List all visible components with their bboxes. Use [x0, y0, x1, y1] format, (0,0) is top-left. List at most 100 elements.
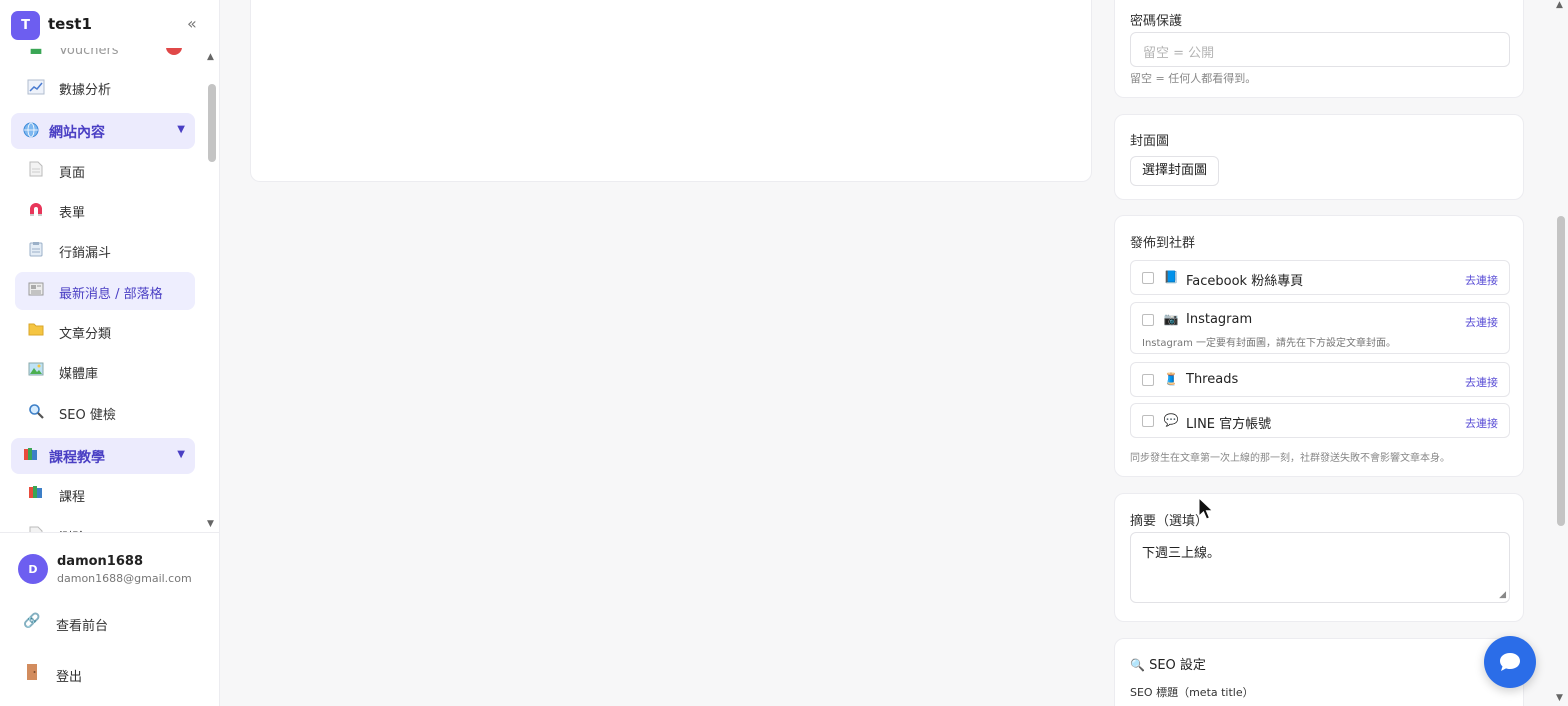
- view-site-link[interactable]: 🔗 查看前台: [22, 607, 212, 637]
- password-panel: 密碼保護 留空 = 公開 留空 = 任何人都看得到。: [1114, 0, 1524, 98]
- cover-panel: 封面圖 選擇封面圖: [1114, 114, 1524, 200]
- newspaper-icon: [27, 282, 45, 300]
- choose-cover-button[interactable]: 選擇封面圖: [1130, 156, 1220, 186]
- sidebar-nav: ▬ Vouchers 數據分析 網站內容 ▼ 頁面 表單 行銷漏斗 最新消息 /…: [0, 48, 219, 532]
- sidebar-group-site-content[interactable]: 網站內容 ▼: [11, 113, 195, 149]
- connect-threads-link[interactable]: 去連接: [1465, 374, 1498, 390]
- facebook-checkbox[interactable]: [1142, 272, 1154, 284]
- summary-value: 下週三上線。: [1142, 546, 1221, 561]
- cover-title: 封面圖: [1130, 134, 1170, 149]
- summary-textarea[interactable]: 下週三上線。 ◢: [1130, 532, 1510, 603]
- social-item-name: LINE 官方帳號: [1186, 417, 1272, 432]
- scroll-down-arrow-icon[interactable]: ▼: [207, 519, 214, 529]
- chevron-down-icon: ▼: [177, 124, 185, 135]
- sidebar-item-news-blog[interactable]: 最新消息 / 部落格: [15, 272, 195, 310]
- sidebar-item-label: 媒體庫: [59, 367, 99, 382]
- editor-card[interactable]: [250, 0, 1092, 182]
- sidebar-item-label: Vouchers: [59, 48, 119, 58]
- sidebar-item-funnels[interactable]: 行銷漏斗: [15, 231, 195, 269]
- clipboard-icon: [27, 241, 45, 259]
- summary-title: 摘要（選填）: [1130, 514, 1209, 529]
- chat-bubble-icon: [1500, 653, 1520, 671]
- magnet-icon: [27, 201, 45, 219]
- page-scroll-up-icon[interactable]: ▲: [1556, 0, 1563, 10]
- scroll-up-arrow-icon[interactable]: ▲: [207, 52, 214, 62]
- sidebar-item-partial[interactable]: ▬ Vouchers: [15, 48, 195, 70]
- magnifier-icon: [27, 403, 45, 421]
- chevron-down-icon: ▼: [177, 449, 185, 460]
- ticket-icon: ▬: [29, 48, 43, 59]
- sidebar-item-label: 頁面: [59, 166, 86, 181]
- sidebar-item-seo-check[interactable]: SEO 健檢: [15, 393, 195, 431]
- connect-facebook-link[interactable]: 去連接: [1465, 272, 1498, 288]
- social-item-line: 💬 LINE 官方帳號 去連接: [1130, 403, 1510, 438]
- workspace-header: T test1 «: [0, 0, 219, 48]
- instagram-checkbox[interactable]: [1142, 314, 1154, 326]
- line-checkbox[interactable]: [1142, 415, 1154, 427]
- seo-heading: 🔍 SEO 設定: [1130, 654, 1206, 673]
- user-avatar[interactable]: D: [18, 554, 48, 584]
- camera-icon: 📷: [1163, 312, 1179, 326]
- page-scroll-down-icon[interactable]: ▼: [1556, 693, 1563, 703]
- notification-badge: [166, 48, 182, 55]
- sidebar-item-categories[interactable]: 文章分類: [15, 312, 195, 350]
- sidebar-footer: D damon1688 damon1688@gmail.com 🔗 查看前台 登…: [0, 532, 219, 706]
- blue-book-icon: 📘: [1163, 270, 1179, 284]
- seo-panel: 🔍 SEO 設定 SEO 標題（meta title）: [1114, 638, 1524, 706]
- seo-meta-title-label: SEO 標題（meta title）: [1130, 686, 1254, 699]
- social-hint: 同步發生在文章第一次上線的那一刻，社群發送失敗不會影響文章本身。: [1130, 453, 1450, 464]
- summary-panel: 摘要（選填） 下週三上線。 ◢: [1114, 493, 1524, 622]
- social-item-name: Instagram: [1186, 312, 1253, 327]
- workspace-name[interactable]: test1: [48, 15, 92, 33]
- social-title: 發佈到社群: [1130, 236, 1196, 251]
- workspace-avatar[interactable]: T: [11, 11, 40, 40]
- link-icon: 🔗: [23, 613, 41, 629]
- password-input[interactable]: 留空 = 公開: [1130, 32, 1510, 67]
- sidebar-item-forms[interactable]: 表單: [15, 191, 195, 229]
- sidebar-item-label: 最新消息 / 部落格: [59, 287, 163, 302]
- sidebar-scrollbar-thumb[interactable]: [208, 84, 216, 162]
- password-hint: 留空 = 任何人都看得到。: [1130, 72, 1257, 85]
- sidebar-item-label: 文章分類: [59, 327, 112, 342]
- sidebar-item-quizzes[interactable]: 測驗: [15, 516, 195, 532]
- magnifier-icon: 🔍: [1130, 658, 1145, 672]
- social-panel: 發佈到社群 📘 Facebook 粉絲專頁 去連接 📷 Instagram 去連…: [1114, 215, 1524, 477]
- instagram-note: Instagram 一定要有封面圖，請先在下方設定文章封面。: [1142, 338, 1397, 349]
- sidebar-item-label: 課程: [59, 490, 86, 505]
- threads-checkbox[interactable]: [1142, 374, 1154, 386]
- sidebar-group-courses[interactable]: 課程教學 ▼: [11, 438, 195, 474]
- image-icon: [27, 362, 45, 380]
- sidebar-item-pages[interactable]: 頁面: [15, 151, 195, 189]
- sidebar-item-label: 行銷漏斗: [59, 246, 112, 261]
- chat-button[interactable]: [1484, 636, 1536, 688]
- sidebar-item-label: 表單: [59, 206, 86, 221]
- sidebar-item-label: SEO 健檢: [59, 408, 116, 423]
- logout-button[interactable]: 登出: [22, 658, 212, 688]
- social-item-instagram: 📷 Instagram 去連接 Instagram 一定要有封面圖，請先在下方設…: [1130, 302, 1510, 354]
- books-icon: [22, 447, 40, 465]
- connect-line-link[interactable]: 去連接: [1465, 415, 1498, 431]
- social-item-name: Facebook 粉絲專頁: [1186, 274, 1304, 289]
- user-name: damon1688: [57, 554, 143, 569]
- sidebar-item-analytics[interactable]: 數據分析: [15, 68, 195, 106]
- books-icon: [27, 485, 45, 503]
- folder-icon: [27, 322, 45, 340]
- resize-handle-icon[interactable]: ◢: [1499, 590, 1506, 600]
- logout-label: 登出: [56, 670, 83, 685]
- sidebar-group-label: 課程教學: [49, 450, 105, 466]
- social-item-facebook: 📘 Facebook 粉絲專頁 去連接: [1130, 260, 1510, 295]
- collapse-sidebar-button[interactable]: «: [187, 14, 197, 33]
- sidebar-item-label: 數據分析: [59, 83, 112, 98]
- sidebar: T test1 « ▬ Vouchers 數據分析 網站內容 ▼ 頁面 表單 行…: [0, 0, 220, 706]
- globe-icon: [22, 122, 40, 140]
- user-email: damon1688@gmail.com: [57, 572, 192, 585]
- chart-icon: [27, 78, 45, 96]
- seo-title: SEO 設定: [1149, 658, 1206, 673]
- door-icon: [22, 664, 42, 684]
- sidebar-group-label: 網站內容: [49, 125, 105, 141]
- password-title: 密碼保護: [1130, 14, 1183, 29]
- sidebar-item-media[interactable]: 媒體庫: [15, 352, 195, 390]
- sidebar-item-courses[interactable]: 課程: [15, 475, 195, 513]
- connect-instagram-link[interactable]: 去連接: [1465, 314, 1498, 330]
- page-scrollbar-thumb[interactable]: [1557, 216, 1565, 526]
